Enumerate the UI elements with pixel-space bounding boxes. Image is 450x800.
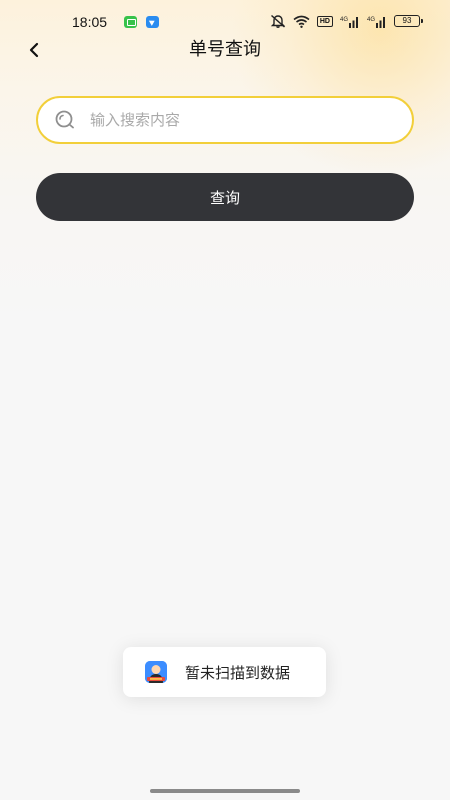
home-indicator[interactable] [150, 789, 300, 793]
battery-indicator: 93 [394, 15, 423, 27]
status-bar: 18:05 HD 4G 4G 93 [0, 0, 450, 40]
signal-icon-2: 4G [367, 16, 385, 28]
app-logo-icon [145, 661, 167, 683]
signal-label-2: 4G [367, 17, 375, 23]
toast: 暂未扫描到数据 [123, 647, 326, 697]
signal-label: 4G [340, 17, 348, 23]
hd-badge: HD [316, 15, 333, 27]
message-app-icon [124, 16, 137, 28]
query-button[interactable]: 查询 [36, 173, 414, 221]
search-bar[interactable] [36, 96, 414, 144]
search-icon [55, 110, 74, 129]
wifi-icon [293, 15, 310, 28]
search-input[interactable] [90, 111, 370, 129]
screen: 18:05 HD 4G 4G 93 单号查询 输入搜索内容 查询 暂未扫描到数据 [0, 0, 450, 800]
system-icons: HD 4G 4G 93 [270, 14, 423, 28]
navigation-app-icon [146, 16, 159, 28]
toast-message: 暂未扫描到数据 [185, 663, 291, 682]
status-time: 18:05 [72, 14, 108, 30]
signal-icon: 4G [340, 16, 358, 28]
page-title: 单号查询 [189, 39, 261, 60]
mute-bell-icon [270, 14, 286, 28]
